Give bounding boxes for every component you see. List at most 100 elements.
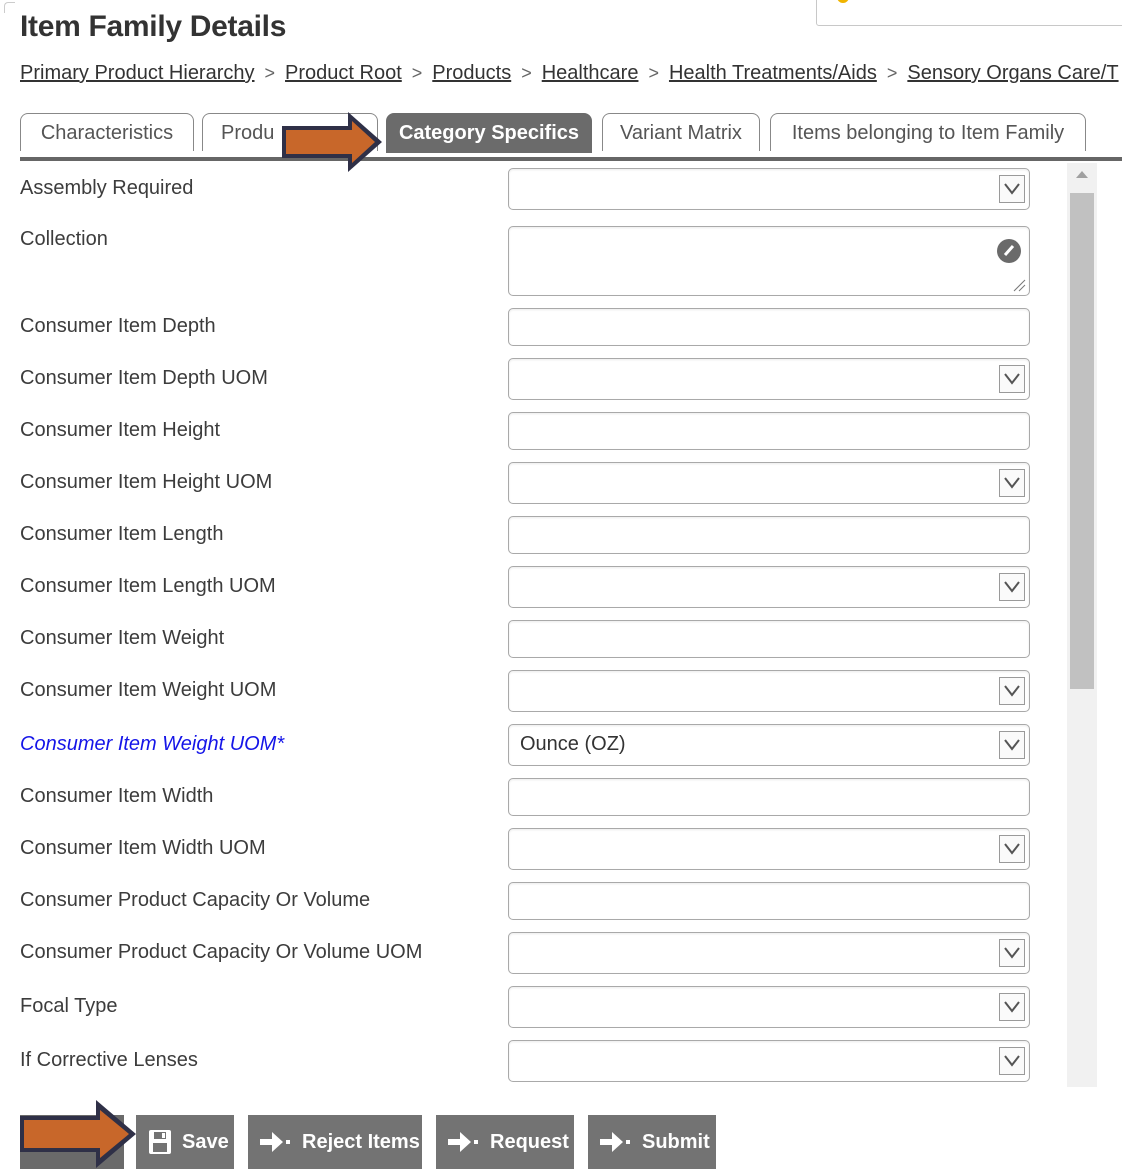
- form-row: Consumer Item Weight: [0, 620, 1060, 658]
- text-input[interactable]: [508, 882, 1030, 920]
- form-row: Consumer Item Length UOM: [0, 566, 1060, 608]
- field-label: Consumer Item Depth: [20, 315, 216, 337]
- request-button-label: Request: [490, 1131, 569, 1153]
- form-scrollbar[interactable]: [1067, 163, 1097, 1087]
- breadcrumb-link-products[interactable]: Products: [432, 62, 511, 84]
- chevron-down-icon[interactable]: [999, 939, 1025, 967]
- scroll-up-icon[interactable]: [1076, 171, 1088, 178]
- form-row: Consumer Item Weight UOM: [0, 670, 1060, 712]
- select-field[interactable]: [508, 1040, 1030, 1082]
- chevron-down-icon[interactable]: [999, 1047, 1025, 1075]
- breadcrumb-link-health-treatments[interactable]: Health Treatments/Aids: [669, 62, 877, 84]
- select-field[interactable]: [508, 670, 1030, 712]
- select-field[interactable]: [508, 358, 1030, 400]
- form-row: Consumer Product Capacity Or Volume: [0, 882, 1060, 920]
- scrollbar-thumb[interactable]: [1070, 193, 1094, 689]
- text-input[interactable]: [508, 308, 1030, 346]
- field-label: Consumer Product Capacity Or Volume: [20, 889, 371, 911]
- select-value: Ounce (OZ): [520, 733, 626, 755]
- save-icon: [149, 1130, 171, 1154]
- tab-category-specifics[interactable]: Category Specifics: [386, 113, 592, 153]
- resize-grip-icon[interactable]: [1012, 278, 1026, 292]
- chevron-down-icon[interactable]: [999, 731, 1025, 759]
- field-label: Consumer Item Height: [20, 419, 221, 441]
- field-label: Assembly Required: [20, 177, 194, 199]
- request-button[interactable]: Request: [436, 1115, 574, 1169]
- select-field[interactable]: [508, 986, 1030, 1028]
- text-input[interactable]: [508, 778, 1030, 816]
- reject-items-button[interactable]: Reject Items: [248, 1115, 422, 1169]
- form-row: Consumer Item Height UOM: [0, 462, 1060, 504]
- forward-arrow-icon: [448, 1132, 478, 1152]
- select-field[interactable]: [508, 168, 1030, 210]
- form-row: Consumer Item Depth UOM: [0, 358, 1060, 400]
- select-field[interactable]: [508, 462, 1030, 504]
- form-row: Consumer Item Length: [0, 516, 1060, 554]
- field-label: Consumer Item Width UOM: [20, 837, 266, 859]
- text-input[interactable]: [508, 620, 1030, 658]
- form-row: Consumer Product Capacity Or Volume UOM: [0, 932, 1060, 974]
- chevron-down-icon[interactable]: [999, 573, 1025, 601]
- breadcrumb-separator: >: [411, 63, 423, 83]
- field-label: Focal Type: [20, 995, 118, 1017]
- field-label: Consumer Item Depth UOM: [20, 367, 268, 389]
- select-field[interactable]: [508, 566, 1030, 608]
- breadcrumb: Primary Product Hierarchy > Product Root > P…: [20, 62, 1122, 90]
- form-row: Collection: [0, 226, 1060, 296]
- breadcrumb-separator: >: [264, 63, 276, 83]
- forward-arrow-icon: [600, 1132, 630, 1152]
- breadcrumb-link-healthcare[interactable]: Healthcare: [542, 62, 639, 84]
- field-label: Consumer Product Capacity Or Volume UOM: [20, 941, 423, 963]
- save-button-label: Save: [182, 1131, 229, 1153]
- chevron-down-icon[interactable]: [999, 993, 1025, 1021]
- form-row: Consumer Item Width UOM: [0, 828, 1060, 870]
- textarea-field[interactable]: [508, 226, 1030, 296]
- form-row: Assembly Required: [0, 168, 1060, 210]
- field-label: Consumer Item Weight UOM*: [20, 733, 285, 755]
- field-label: Consumer Item Width: [20, 785, 214, 807]
- field-label: Consumer Item Length: [20, 523, 224, 545]
- chevron-down-icon[interactable]: [999, 469, 1025, 497]
- field-label: Consumer Item Weight UOM: [20, 679, 277, 701]
- chevron-down-icon[interactable]: [999, 365, 1025, 393]
- notification-icon: [837, 0, 849, 3]
- tab-characteristics[interactable]: Characteristics: [20, 113, 194, 151]
- field-label: If Corrective Lenses: [20, 1049, 198, 1071]
- field-label: Consumer Item Length UOM: [20, 575, 276, 597]
- select-field[interactable]: [508, 828, 1030, 870]
- breadcrumb-link-sensory-organs[interactable]: Sensory Organs Care/T: [907, 62, 1118, 84]
- tab-bar: Characteristics Produ Category Specifics…: [20, 113, 1122, 161]
- form-row: Consumer Item Height: [0, 412, 1060, 450]
- breadcrumb-separator: >: [886, 63, 898, 83]
- text-input[interactable]: [508, 516, 1030, 554]
- breadcrumb-link-product-root[interactable]: Product Root: [285, 62, 402, 84]
- save-button[interactable]: Save: [136, 1115, 234, 1169]
- top-right-panel: [816, 0, 1122, 26]
- annotation-arrow-icon: [20, 1100, 136, 1168]
- form-row: Consumer Item Depth: [0, 308, 1060, 346]
- forward-arrow-icon: [260, 1132, 290, 1152]
- category-specifics-form: Assembly Required Collection Consumer Item…: [0, 160, 1100, 1088]
- chevron-down-icon[interactable]: [999, 677, 1025, 705]
- reject-items-button-label: Reject Items: [302, 1131, 420, 1153]
- field-label: Consumer Item Weight: [20, 627, 225, 649]
- select-field[interactable]: [508, 932, 1030, 974]
- form-row: If Corrective Lenses: [0, 1040, 1060, 1082]
- window-corner: [4, 2, 15, 13]
- chevron-down-icon[interactable]: [999, 175, 1025, 203]
- tab-variant-matrix[interactable]: Variant Matrix: [602, 113, 760, 151]
- field-label: Collection: [20, 228, 108, 250]
- field-label: Consumer Item Height UOM: [20, 471, 273, 493]
- edit-pencil-icon[interactable]: [997, 239, 1021, 263]
- submit-button-label: Submit: [642, 1131, 710, 1153]
- form-row: Focal Type: [0, 986, 1060, 1028]
- select-field[interactable]: Ounce (OZ): [508, 724, 1030, 766]
- submit-button[interactable]: Submit: [588, 1115, 716, 1169]
- chevron-down-icon[interactable]: [999, 835, 1025, 863]
- form-row: Consumer Item Width: [0, 778, 1060, 816]
- form-row: Consumer Item Weight UOM* Ounce (OZ): [0, 724, 1060, 766]
- breadcrumb-separator: >: [521, 63, 532, 83]
- text-input[interactable]: [508, 412, 1030, 450]
- breadcrumb-link-primary-product-hierarchy[interactable]: Primary Product Hierarchy: [20, 62, 255, 84]
- tab-items-belonging[interactable]: Items belonging to Item Family: [770, 113, 1086, 151]
